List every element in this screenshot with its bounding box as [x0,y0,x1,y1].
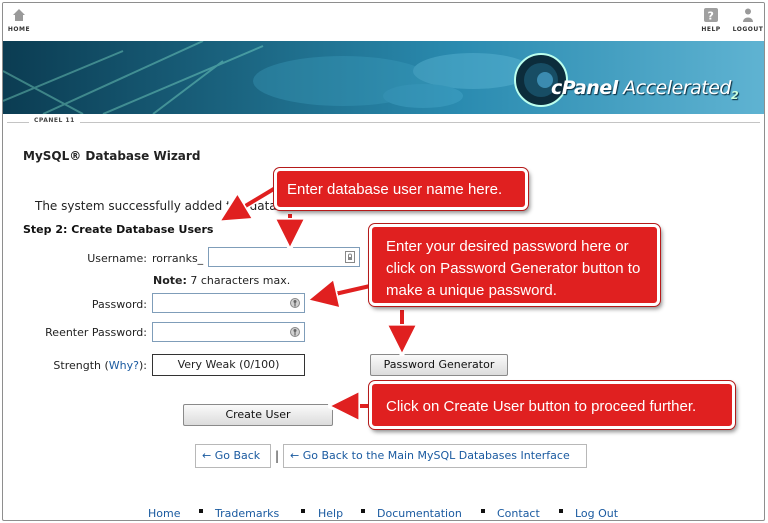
footer-separator [199,509,203,513]
nav-separator: | [275,449,280,463]
top-navigation: HOME ? HELP LOGOUT [3,3,764,41]
nav-help[interactable]: ? HELP [691,7,731,33]
note-bold: Note: [153,274,187,287]
password-generator-button[interactable]: Password Generator [370,354,508,376]
brand-right: Accelerated [623,77,731,99]
nav-logout[interactable]: LOGOUT [728,7,764,33]
nav-home-label: HOME [7,26,31,33]
strength-label: Strength (Why?): [33,359,147,372]
page-title: MySQL® Database Wizard [23,149,201,163]
go-back-link[interactable]: ← Go Back [195,444,271,468]
footer-separator [481,509,485,513]
key-icon[interactable] [290,326,300,338]
step-heading: Step 2: Create Database Users [23,223,214,236]
svg-text:?: ? [708,10,715,23]
callout-password: Enter your desired password here or clic… [369,224,660,306]
strength-label-pre: Strength ( [53,359,109,372]
password-label: Password: [91,298,147,311]
password-input[interactable] [152,293,305,313]
callout-username: Enter database user name here. [274,168,528,210]
username-note: Note: 7 characters max. [153,274,290,287]
brand-left: cPanel [551,77,618,99]
username-prefix: rorranks_ [152,252,204,265]
key-icon[interactable] [290,297,300,309]
footer-link-help[interactable]: Help [318,507,343,520]
repassword-input[interactable] [152,322,305,342]
success-message: The system successfully added the databa… [35,199,306,213]
footer-separator [301,509,305,513]
version-tag: CPANEL 11 [29,117,80,124]
strength-why-link[interactable]: Why? [109,359,139,372]
nav-home[interactable]: HOME [3,7,39,33]
footer-separator [559,509,563,513]
repassword-label: Reenter Password: [45,326,147,339]
footer-link-home[interactable]: Home [148,507,180,520]
home-icon [13,9,25,21]
divider [7,122,760,123]
go-back-main-link[interactable]: ← Go Back to the Main MySQL Databases In… [283,444,587,468]
nav-help-label: HELP [701,26,721,33]
version-label-bar: CPANEL 11 [3,114,764,131]
help-icon: ? [704,8,718,23]
create-user-button[interactable]: Create User [183,404,333,426]
footer-link-documentation[interactable]: Documentation [377,507,462,520]
username-label: Username: [87,252,147,265]
footer-link-trademarks[interactable]: Trademarks [215,507,279,520]
cpanel-banner: cPanel Accelerated2 [3,41,764,114]
footer-separator [361,509,365,513]
username-autofill-icon[interactable] [345,251,355,263]
strength-label-post: ): [139,359,147,372]
nav-logout-label: LOGOUT [732,26,764,33]
brand-version: 2 [730,89,739,102]
brand-text: cPanel Accelerated2 [551,77,739,102]
logout-icon [743,8,753,22]
footer-link-logout[interactable]: Log Out [575,507,618,520]
username-input[interactable] [208,247,360,267]
password-strength-meter: Very Weak (0/100) [152,354,305,376]
callout-create-user: Click on Create User button to proceed f… [369,381,735,429]
note-text: 7 characters max. [186,274,291,287]
footer: Home Trademarks Help Documentation Conta… [3,507,764,520]
footer-link-contact[interactable]: Contact [497,507,540,520]
